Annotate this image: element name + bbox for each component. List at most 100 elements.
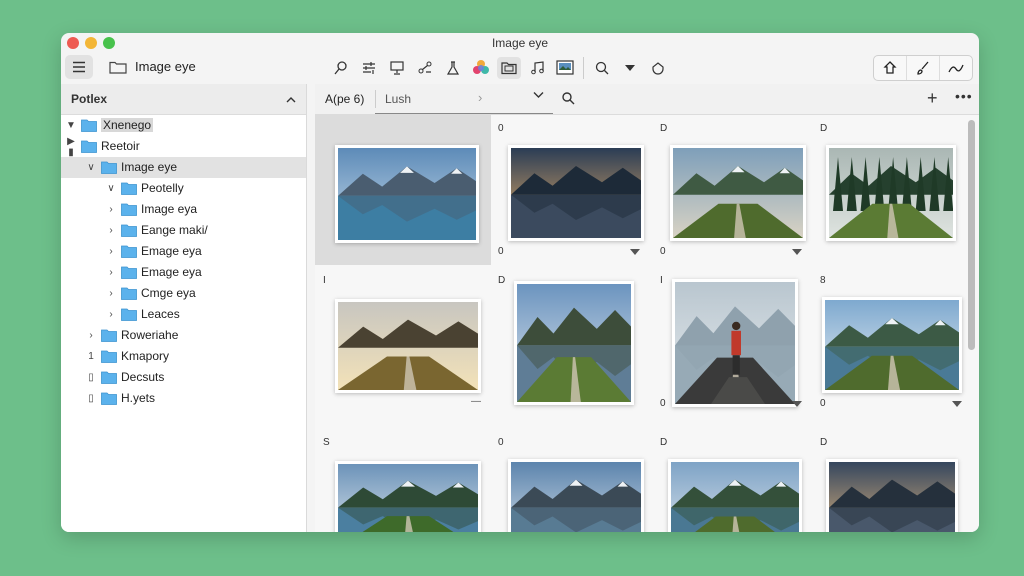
- thumbnail-top-label: 0: [498, 437, 504, 448]
- location-label[interactable]: Image eye: [109, 59, 196, 74]
- thumbnail-image[interactable]: [514, 281, 634, 405]
- add-icon[interactable]: +: [927, 88, 938, 109]
- disclosure-toggle[interactable]: ›: [105, 267, 117, 278]
- color-tool[interactable]: [469, 57, 493, 79]
- zoom-icon: [595, 61, 609, 75]
- thumbnail-bottom-label: 0: [820, 398, 826, 409]
- thumbnail-image[interactable]: [335, 299, 481, 393]
- search-icon: [334, 61, 347, 75]
- sidebar-item-label: H.yets: [121, 391, 156, 405]
- thumbnail-image[interactable]: [335, 461, 481, 532]
- thumbnail-image[interactable]: [822, 297, 962, 393]
- thumbnail-cell[interactable]: 00: [490, 115, 650, 265]
- flask-icon: [446, 61, 460, 75]
- sidebar-item[interactable]: › Eange maki/: [61, 220, 306, 241]
- chevron-down-icon[interactable]: [533, 91, 544, 99]
- sidebar-item[interactable]: › Image eya: [61, 199, 306, 220]
- sidebar-item[interactable]: ▯ Decsuts: [61, 367, 306, 388]
- sidebar-item[interactable]: › Cmge eya: [61, 283, 306, 304]
- search-icon[interactable]: [561, 91, 575, 105]
- sidebar-item[interactable]: › Emage eya: [61, 241, 306, 262]
- sidebar-item[interactable]: ▶ ▮ Reetoir: [61, 136, 306, 158]
- thumbnail-cell[interactable]: D0: [652, 115, 812, 265]
- thumbnail-image[interactable]: [335, 145, 479, 243]
- thumbnail-image[interactable]: [826, 459, 958, 532]
- image-tool[interactable]: [553, 57, 577, 79]
- more-icon[interactable]: •••: [955, 88, 973, 104]
- thumbnail-image[interactable]: [826, 145, 956, 241]
- disclosure-toggle[interactable]: ›: [105, 225, 117, 236]
- sidebar-item[interactable]: ∨ Image eye: [61, 157, 306, 178]
- scrollbar[interactable]: [968, 120, 975, 350]
- thumbnail-top-label: S: [323, 437, 330, 448]
- thumbnail-cell[interactable]: D: [652, 429, 812, 532]
- monitor-tool[interactable]: [385, 57, 409, 79]
- sync-tool[interactable]: [646, 57, 670, 79]
- thumbnail-cell[interactable]: I —: [315, 267, 491, 417]
- thumbnail-cell[interactable]: 80: [812, 267, 967, 417]
- dropdown-caret-icon[interactable]: [952, 401, 962, 407]
- disclosure-toggle[interactable]: ›: [85, 330, 97, 341]
- thumbnail-grid: 0 0 D 0 D I — D I 0 8 0 S 0 D D: [315, 115, 967, 532]
- thumbnail-top-label: D: [820, 437, 828, 448]
- thumbnail-cell[interactable]: S: [315, 429, 491, 532]
- thumbnail-cell[interactable]: D: [490, 267, 650, 417]
- sidebar-item[interactable]: 1 Kmapory: [61, 346, 306, 367]
- sync-icon: [652, 62, 664, 75]
- curve-button[interactable]: [939, 56, 972, 80]
- thumbnail-top-label: D: [660, 437, 668, 448]
- thumbnail-image[interactable]: [508, 459, 644, 532]
- sidebar-item[interactable]: ∨ Peotelly: [61, 178, 306, 199]
- thumbnail-image[interactable]: [508, 145, 644, 241]
- flask-tool[interactable]: [441, 57, 465, 79]
- brush-button[interactable]: [906, 56, 939, 80]
- thumbnail-cell[interactable]: I0: [652, 267, 812, 417]
- thumbnail-image[interactable]: [668, 459, 802, 532]
- sidebar-item[interactable]: ▼ Xnenego: [61, 115, 306, 136]
- breadcrumb-secondary[interactable]: Lush: [385, 92, 411, 106]
- dropdown-caret-icon[interactable]: [792, 401, 802, 407]
- disclosure-toggle[interactable]: ▯: [85, 393, 97, 404]
- thumbnail-cell[interactable]: D: [812, 429, 967, 532]
- thumbnail-cell[interactable]: [315, 115, 491, 265]
- disclosure-toggle[interactable]: ∨: [105, 183, 117, 194]
- thumbnail-cell[interactable]: 0: [490, 429, 650, 532]
- breadcrumb-primary[interactable]: A(pe 6): [325, 92, 364, 106]
- sliders-tool[interactable]: [357, 57, 381, 79]
- music-tool[interactable]: [525, 57, 549, 79]
- disclosure-toggle[interactable]: ›: [105, 288, 117, 299]
- folder-icon: [101, 392, 117, 405]
- share-tool[interactable]: [413, 57, 437, 79]
- disclosure-toggle[interactable]: 1: [85, 351, 97, 362]
- sliders-icon: [363, 62, 375, 74]
- folder-tool[interactable]: [497, 57, 521, 79]
- disclosure-toggle[interactable]: ▶ ▮: [65, 136, 77, 158]
- disclosure-toggle[interactable]: ▯: [85, 372, 97, 383]
- sidebar-item[interactable]: › Roweriahe: [61, 325, 306, 346]
- thumbnail-cell[interactable]: D: [812, 115, 967, 265]
- dropdown-tool[interactable]: [618, 57, 642, 79]
- image-icon: [556, 60, 574, 75]
- search-tool[interactable]: [329, 57, 353, 79]
- zoom-tool[interactable]: [590, 57, 614, 79]
- sidebar-item[interactable]: › Leaces: [61, 304, 306, 325]
- thumbnail-image[interactable]: [672, 279, 798, 407]
- sidebar-item[interactable]: › Emage eya: [61, 262, 306, 283]
- hamburger-icon: [73, 61, 85, 73]
- collapse-chevron-icon[interactable]: [286, 96, 296, 103]
- disclosure-toggle[interactable]: ›: [105, 309, 117, 320]
- sidebar-item-label: Leaces: [141, 307, 180, 321]
- disclosure-toggle[interactable]: ›: [105, 204, 117, 215]
- thumbnail-image[interactable]: [670, 145, 806, 241]
- disclosure-toggle[interactable]: ∨: [85, 162, 97, 173]
- dropdown-caret-icon[interactable]: [630, 249, 640, 255]
- home-button[interactable]: [874, 56, 906, 80]
- disclosure-toggle[interactable]: ›: [105, 246, 117, 257]
- dropdown-caret-icon[interactable]: [792, 249, 802, 255]
- disclosure-toggle[interactable]: ▼: [65, 120, 77, 131]
- share-icon: [418, 61, 432, 74]
- menu-button[interactable]: [65, 55, 93, 79]
- sidebar-item[interactable]: ▯ H.yets: [61, 388, 306, 409]
- right-tool-group: [873, 55, 973, 81]
- folder-icon: [81, 119, 97, 132]
